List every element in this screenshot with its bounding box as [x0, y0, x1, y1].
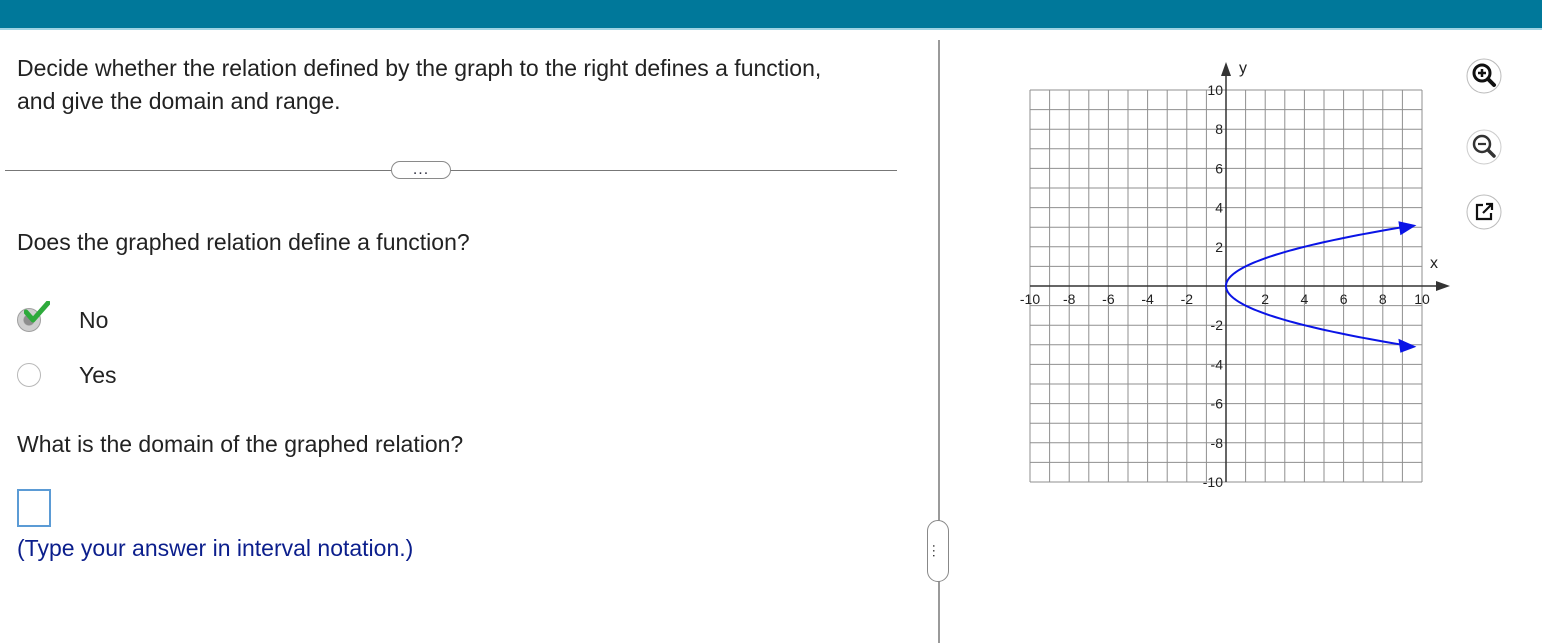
domain-answer-input[interactable]	[17, 489, 51, 527]
zoom-out-icon	[1466, 129, 1502, 165]
x-tick-label: 10	[1414, 291, 1430, 307]
y-tick-label: 2	[1215, 239, 1223, 255]
x-axis-arrow	[1436, 281, 1450, 291]
check-icon	[24, 301, 50, 323]
y-tick-label: 4	[1215, 200, 1223, 216]
x-tick-label: -6	[1102, 291, 1115, 307]
option-yes[interactable]: Yes	[17, 360, 117, 390]
x-tick-label: -2	[1181, 291, 1194, 307]
y-tick-label: 8	[1215, 121, 1223, 137]
y-tick-label: -6	[1211, 396, 1224, 412]
radio-yes[interactable]	[17, 363, 41, 387]
answer-hint: (Type your answer in interval notation.)	[17, 535, 414, 561]
top-bar	[0, 0, 1542, 28]
y-axis-arrow	[1221, 62, 1231, 76]
y-tick-label: 10	[1207, 82, 1223, 98]
graph-axes	[1030, 62, 1450, 482]
x-tick-label: 8	[1379, 291, 1387, 307]
x-tick-label: -4	[1141, 291, 1154, 307]
y-axis-label: y	[1239, 60, 1247, 77]
x-tick-label: 2	[1261, 291, 1269, 307]
domain-question: What is the domain of the graphed relati…	[17, 431, 464, 457]
zoom-in-icon	[1466, 58, 1502, 94]
splitter-handle-dots: ...	[930, 543, 946, 559]
x-tick-label: 4	[1301, 291, 1309, 307]
x-tick-label: 6	[1340, 291, 1348, 307]
curve-arrow-upper	[1398, 221, 1417, 236]
more-button[interactable]: ...	[391, 161, 451, 179]
popout-button[interactable]	[1466, 194, 1502, 230]
section-divider	[5, 170, 897, 171]
y-tick-label: -2	[1211, 317, 1224, 333]
question-prompt: Decide whether the relation defined by t…	[17, 55, 822, 114]
y-tick-label: 6	[1215, 160, 1223, 176]
curve-arrow-lower	[1398, 338, 1417, 353]
question-panel: Decide whether the relation defined by t…	[0, 30, 938, 643]
graph: -10 -8 -6 -4 -2 2 4 6 8 10 10 8 6 4 2 -2 -4 -6 -8 -10 x y	[1020, 60, 1450, 490]
splitter-handle[interactable]: ...	[927, 520, 949, 582]
radio-no[interactable]	[17, 301, 50, 332]
zoom-out-button[interactable]	[1466, 129, 1502, 165]
y-tick-label: -4	[1211, 356, 1224, 372]
option-no-label: No	[79, 307, 109, 333]
x-tick-label: -8	[1063, 291, 1076, 307]
popout-icon	[1466, 194, 1502, 230]
x-axis-label: x	[1430, 255, 1438, 272]
y-tick-label: -10	[1203, 474, 1223, 490]
option-yes-label: Yes	[79, 362, 117, 388]
x-tick-label: -10	[1020, 291, 1040, 307]
y-tick-label: -8	[1211, 435, 1224, 451]
option-no[interactable]: No	[17, 301, 108, 335]
zoom-in-button[interactable]	[1466, 58, 1502, 94]
function-question: Does the graphed relation define a funct…	[17, 229, 470, 255]
